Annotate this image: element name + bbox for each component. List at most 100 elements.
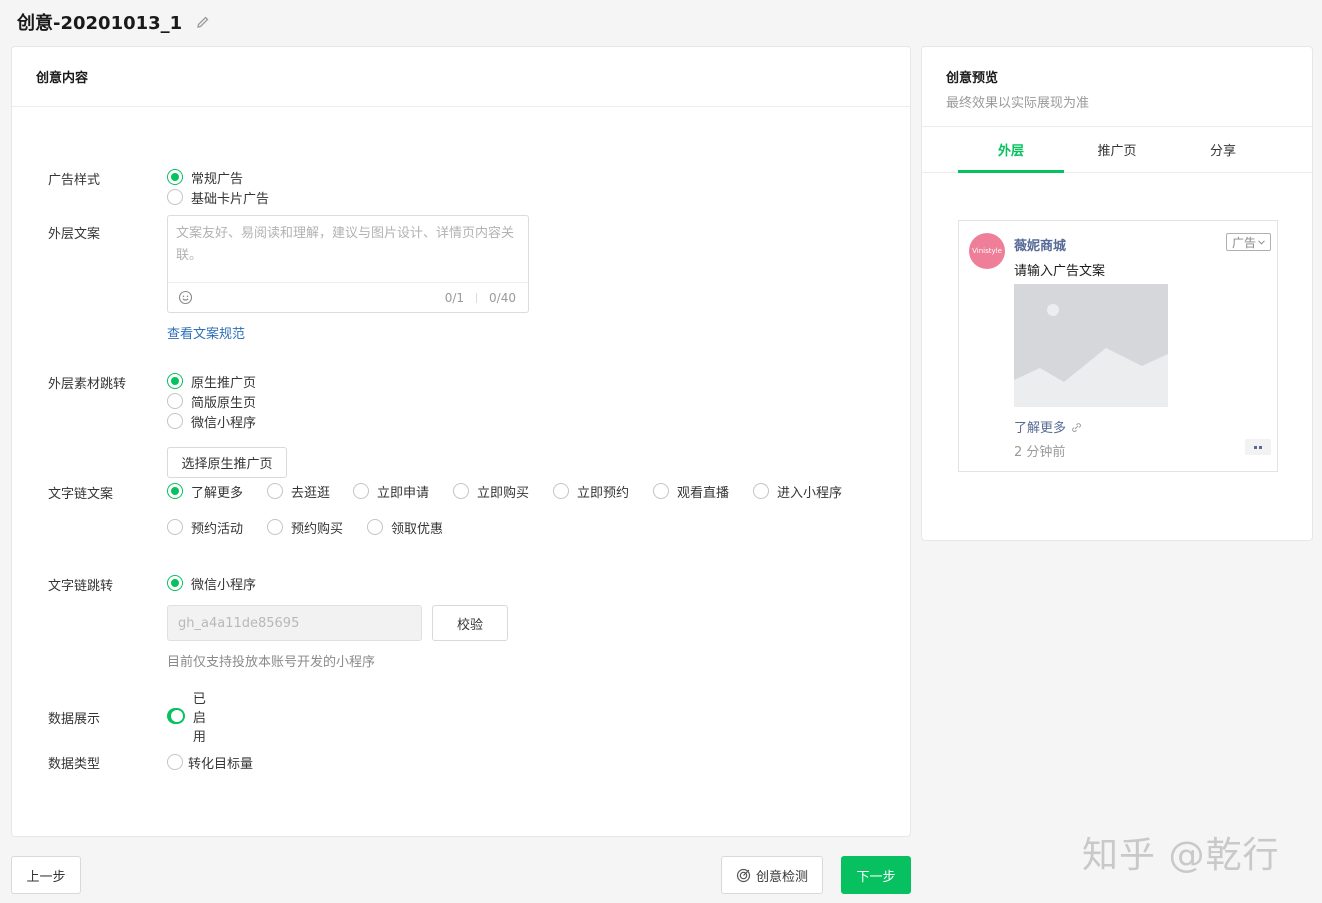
tab-share[interactable]: 分享 [1170,127,1276,172]
radio-label: 进入小程序 [777,485,843,501]
radio-dot [753,483,769,499]
radio-basic-card-ad[interactable]: 基础卡片广告 [167,187,269,207]
data-display-label: 数据展示 [48,712,101,727]
page-title: 创意-20201013_1 [17,13,183,34]
ad-tag[interactable]: 广告 [1225,233,1271,251]
verify-button[interactable]: 校验 [432,605,508,641]
radio-simple-native-page[interactable]: 简版原生页 [167,391,256,411]
data-type-label: 数据类型 [48,757,101,772]
radio-label: 领取优惠 [391,521,444,537]
creative-check-label: 创意检测 [755,869,808,885]
radio-label: 原生推广页 [191,375,257,391]
preview-tabs: 外层 推广页 分享 [922,127,1312,173]
radio-label: 观看直播 [677,485,730,501]
radio-dot [167,393,183,409]
mini-program-hint: 目前仅支持投放本账号开发的小程序 [167,655,376,670]
radio-regular-ad[interactable]: 常规广告 [167,167,243,187]
link-jump-label: 文字链跳转 [48,579,114,594]
radio-book-purchase[interactable]: 预约购买 [267,517,367,537]
outer-jump-label: 外层素材跳转 [48,377,127,392]
radio-dot [167,519,183,535]
outer-copy-label: 外层文案 [48,227,101,242]
copy-guideline-link[interactable]: 查看文案规范 [167,327,245,342]
image-placeholder-icon [1014,284,1168,407]
ad-time: 2 分钟前 [1014,445,1066,460]
tab-outer[interactable]: 外层 [958,127,1064,173]
count-lines: 0/1 [444,290,465,305]
mini-program-id-input: gh_a4a11de85695 [167,605,422,641]
radio-label: 立即预约 [577,485,630,501]
radio-label: 简版原生页 [191,395,257,411]
radio-buy-now[interactable]: 立即购买 [453,481,553,501]
ad-style-label: 广告样式 [48,173,101,188]
radio-dot [267,519,283,535]
radio-dot [167,169,183,185]
radio-label: 常规广告 [191,171,244,187]
radio-label: 微信小程序 [191,415,257,431]
radio-label: 了解更多 [191,485,244,501]
radio-dot [353,483,369,499]
ad-learn-more[interactable]: 了解更多 [1014,417,1082,436]
creative-check-button[interactable]: 创意检测 [721,856,823,894]
radio-label: 转化目标量 [188,756,254,772]
prev-step-button[interactable]: 上一步 [11,856,81,894]
more-options-icon[interactable] [1245,439,1271,455]
select-native-page-button[interactable]: 选择原生推广页 [167,447,287,478]
radio-dot [453,483,469,499]
radio-browse[interactable]: 去逛逛 [267,481,353,501]
radio-learn-more[interactable]: 了解更多 [167,481,267,501]
ad-text: 请输入广告文案 [1014,264,1106,279]
ad-tag-label: 广告 [1231,235,1256,250]
radio-mini-program[interactable]: 微信小程序 [167,411,256,431]
link-copy-label: 文字链文案 [48,487,114,502]
radio-label: 预约购买 [291,521,344,537]
radio-label: 立即购买 [477,485,530,501]
radio-native-page[interactable]: 原生推广页 [167,371,256,391]
creative-content-card: 创意内容 广告样式 常规广告 基础卡片广告 外层文案 文案友好、易阅读和理解，建… [11,46,911,837]
preview-title: 创意预览 [946,71,999,86]
link-icon [1072,423,1082,432]
radio-label: 预约活动 [191,521,244,537]
preview-header: 创意预览 最终效果以实际展现为准 [922,47,1312,127]
page-title-bar: 创意-20201013_1 [17,10,210,34]
radio-conversion-target[interactable]: 转化目标量 [167,752,253,772]
data-display-switch[interactable] [167,708,185,724]
target-icon [736,868,751,883]
outer-copy-textarea[interactable]: 文案友好、易阅读和理解，建议与图片设计、详情页内容关联。 0/1 0/40 [167,215,529,313]
next-step-button[interactable]: 下一步 [841,856,911,894]
ad-learn-more-label: 了解更多 [1014,421,1067,436]
radio-watch-live[interactable]: 观看直播 [653,481,753,501]
radio-label: 立即申请 [377,485,430,501]
emoji-icon[interactable] [178,290,193,305]
radio-book-event[interactable]: 预约活动 [167,517,267,537]
creative-preview-card: 创意预览 最终效果以实际展现为准 外层 推广页 分享 Vinistyle 薇妮商… [921,46,1313,541]
radio-dot [167,413,183,429]
radio-dot [553,483,569,499]
radio-book-now[interactable]: 立即预约 [553,481,653,501]
radio-dot [167,373,183,389]
ad-account-name: 薇妮商城 [1014,239,1067,254]
radio-dot [653,483,669,499]
radio-dot [367,519,383,535]
data-display-status: 已启用 [192,691,206,745]
radio-get-coupon[interactable]: 领取优惠 [367,517,467,537]
char-counts: 0/1 0/40 [445,291,516,305]
tab-landing-page[interactable]: 推广页 [1064,127,1170,172]
textarea-footer: 0/1 0/40 [168,282,528,312]
textarea-placeholder: 文案友好、易阅读和理解，建议与图片设计、详情页内容关联。 [176,226,515,263]
radio-enter-mini-program[interactable]: 进入小程序 [753,481,863,501]
card-title: 创意内容 [12,47,910,107]
radio-label: 基础卡片广告 [191,191,270,207]
ad-preview: Vinistyle 薇妮商城 广告 请输入广告文案 了解更多 2 分钟前 [958,220,1278,472]
radio-dot [167,575,183,591]
radio-dot [167,754,183,770]
pencil-icon[interactable] [196,15,210,29]
radio-link-mini-program[interactable]: 微信小程序 [167,573,488,593]
chevron-down-icon [1258,239,1265,245]
radio-dot [167,189,183,205]
radio-apply-now[interactable]: 立即申请 [353,481,453,501]
preview-subtitle: 最终效果以实际展现为准 [946,96,1090,111]
radio-label: 去逛逛 [291,485,331,501]
radio-dot [267,483,283,499]
avatar: Vinistyle [969,233,1005,269]
